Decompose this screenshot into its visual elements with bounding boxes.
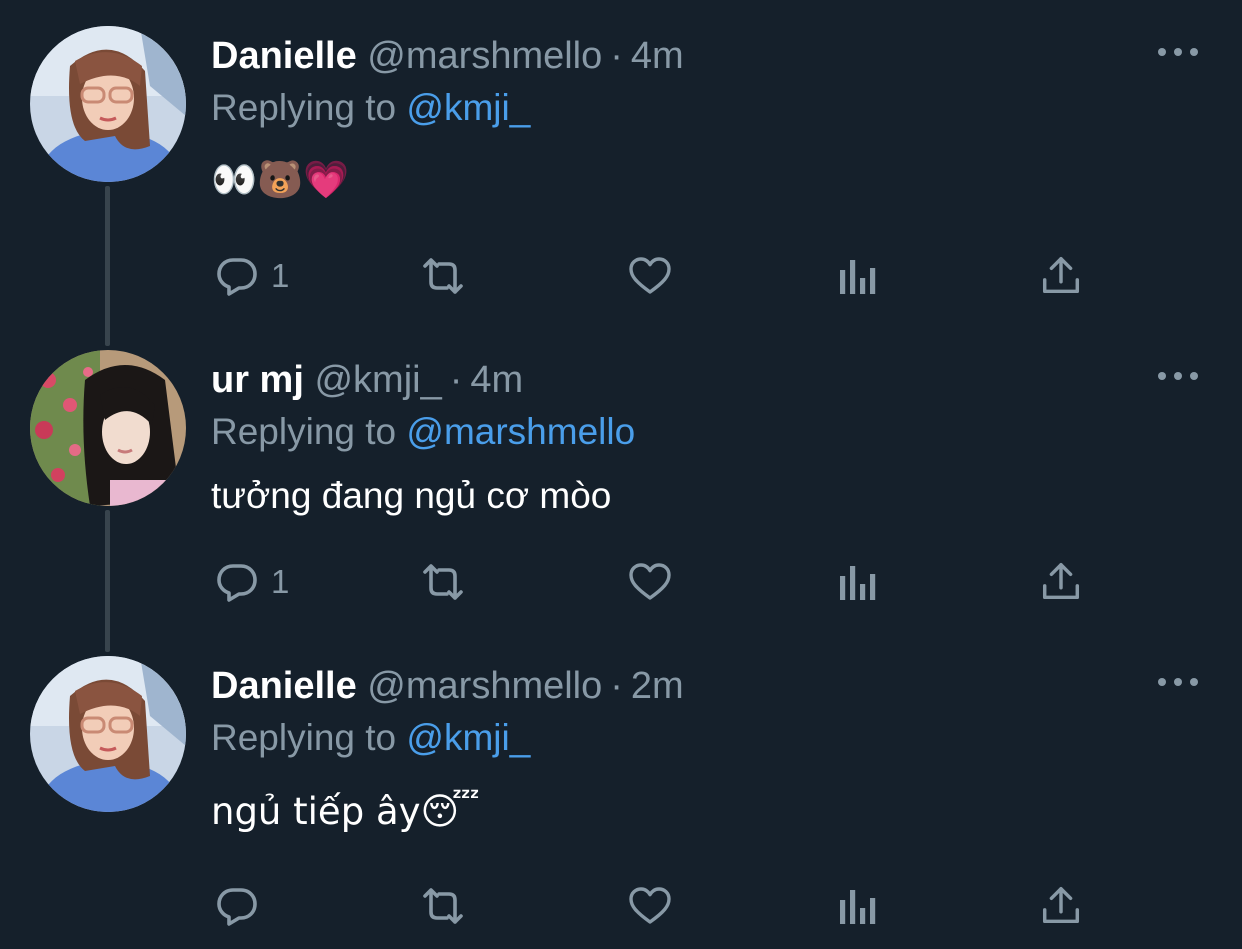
- avatar[interactable]: [30, 656, 186, 812]
- reply-icon: [217, 258, 257, 296]
- mention-link[interactable]: @marshmello: [406, 411, 635, 452]
- mention-link[interactable]: @kmji_: [406, 717, 530, 758]
- separator-dot: ·: [610, 665, 623, 707]
- reply-icon: [217, 564, 257, 602]
- share-icon: [1042, 257, 1080, 294]
- tweet[interactable]: ur mj @kmji_ · 4m Replying to @marshmello …: [0, 324, 1242, 634]
- replying-label: Replying to: [211, 717, 397, 758]
- timestamp[interactable]: 4m: [631, 35, 684, 77]
- display-name[interactable]: Danielle: [211, 35, 357, 77]
- tweet-text: 👀🐻💗: [211, 158, 350, 201]
- tweet-thread: Danielle @marshmello · 4m Replying to @kmj…: [0, 0, 1242, 949]
- share-icon: [1042, 887, 1080, 924]
- reply-count: 1: [271, 257, 290, 294]
- display-name[interactable]: Danielle: [211, 665, 357, 707]
- replying-to: Replying to @kmji_: [211, 716, 530, 760]
- tweet-header: Danielle @marshmello · 4m: [211, 34, 684, 78]
- separator-dot: ·: [449, 359, 463, 401]
- reply-button[interactable]: [213, 878, 271, 934]
- user-handle[interactable]: @marshmello: [367, 665, 602, 707]
- tweet-text: tưởng đang ngủ cơ mòo: [211, 475, 612, 516]
- mention-link[interactable]: @kmji_: [406, 87, 530, 128]
- analytics-button[interactable]: [834, 554, 878, 610]
- avatar[interactable]: [30, 26, 186, 182]
- share-button[interactable]: [1038, 878, 1084, 934]
- like-button[interactable]: [625, 554, 675, 610]
- tweet-header: Danielle @marshmello · 2m: [211, 664, 684, 708]
- reply-button[interactable]: 1: [213, 554, 289, 610]
- share-button[interactable]: [1038, 248, 1084, 304]
- more-icon[interactable]: [1158, 674, 1198, 690]
- analytics-icon: [840, 566, 876, 600]
- share-button[interactable]: [1038, 554, 1084, 610]
- tweet-actions: [0, 878, 1242, 934]
- reply-icon: [217, 888, 257, 926]
- replying-to: Replying to @kmji_: [211, 86, 530, 130]
- separator-dot: ·: [610, 35, 623, 77]
- like-icon: [629, 887, 671, 924]
- retweet-button[interactable]: [415, 554, 471, 610]
- analytics-button[interactable]: [834, 878, 878, 934]
- display-name[interactable]: ur mj: [211, 359, 304, 401]
- like-button[interactable]: [625, 878, 675, 934]
- user-handle[interactable]: @marshmello: [367, 35, 602, 77]
- tweet-text: ngủ tiếp ây😴: [211, 790, 480, 833]
- retweet-icon: [423, 564, 463, 600]
- user-handle[interactable]: @kmji_: [314, 359, 441, 401]
- replying-to: Replying to @marshmello: [211, 410, 635, 454]
- analytics-button[interactable]: [834, 248, 878, 304]
- more-icon[interactable]: [1158, 44, 1198, 60]
- reply-count: 1: [271, 563, 290, 600]
- replying-label: Replying to: [211, 87, 397, 128]
- reply-button[interactable]: 1: [213, 248, 289, 304]
- retweet-button[interactable]: [415, 248, 471, 304]
- timestamp[interactable]: 2m: [631, 665, 684, 707]
- timestamp[interactable]: 4m: [470, 359, 523, 401]
- replying-label: Replying to: [211, 411, 397, 452]
- like-icon: [629, 563, 671, 600]
- retweet-button[interactable]: [415, 878, 471, 934]
- tweet[interactable]: Danielle @marshmello · 2m Replying to @kmj…: [0, 630, 1242, 949]
- like-button[interactable]: [625, 248, 675, 304]
- like-icon: [629, 257, 671, 294]
- share-icon: [1042, 563, 1080, 600]
- retweet-icon: [423, 258, 463, 294]
- more-icon[interactable]: [1158, 368, 1198, 384]
- avatar[interactable]: [30, 350, 186, 506]
- analytics-icon: [840, 890, 876, 924]
- tweet-actions: 1: [0, 554, 1242, 610]
- analytics-icon: [840, 260, 876, 294]
- tweet-actions: 1: [0, 248, 1242, 304]
- retweet-icon: [423, 888, 463, 924]
- tweet[interactable]: Danielle @marshmello · 4m Replying to @kmj…: [0, 0, 1242, 320]
- tweet-header: ur mj @kmji_ · 4m: [211, 358, 523, 402]
